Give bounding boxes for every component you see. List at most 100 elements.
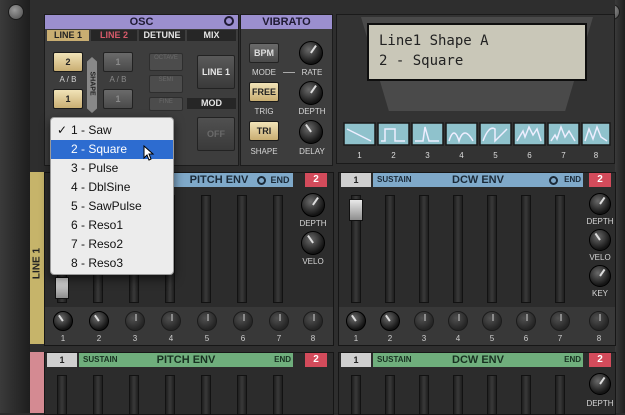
dcw-env-end-value[interactable]: 2 bbox=[589, 173, 611, 187]
line2-shape-b-button[interactable]: 1 bbox=[103, 89, 133, 109]
menu-item-label: 2 - Square bbox=[71, 142, 128, 156]
menu-item-reso2[interactable]: 7 - Reso2 bbox=[51, 235, 173, 254]
dcw-env-end-label: END bbox=[564, 175, 581, 184]
menu-item-saw[interactable]: ✓ 1 - Saw bbox=[51, 121, 173, 140]
pitch-env-velo-knob[interactable] bbox=[301, 231, 325, 255]
left-rack-rail bbox=[0, 0, 30, 413]
fader-slot[interactable] bbox=[351, 375, 361, 415]
time-knob[interactable] bbox=[448, 311, 468, 331]
fader-slot[interactable] bbox=[129, 375, 139, 415]
fader-slot[interactable] bbox=[521, 195, 531, 303]
dcw-env-depth-knob[interactable] bbox=[589, 193, 611, 215]
step-number: 8 bbox=[596, 334, 602, 343]
line1-shape-a-button[interactable]: 2 bbox=[53, 52, 83, 72]
dcw-env-power-icon[interactable] bbox=[549, 176, 558, 185]
fader-slot[interactable] bbox=[555, 195, 565, 303]
divider bbox=[283, 72, 295, 73]
fader-handle[interactable] bbox=[55, 277, 69, 299]
time-knob[interactable] bbox=[125, 311, 145, 331]
pitch-env-end-value[interactable]: 2 bbox=[305, 173, 327, 187]
dcw-env-key-knob[interactable] bbox=[589, 265, 611, 287]
fader-slot[interactable] bbox=[237, 195, 247, 303]
dcw-env2-end-value[interactable]: 2 bbox=[589, 353, 611, 367]
time-knob[interactable] bbox=[161, 311, 181, 331]
time-knob[interactable] bbox=[380, 311, 400, 331]
vibrato-bpm-button[interactable]: BPM bbox=[249, 43, 279, 63]
fader-slot[interactable] bbox=[419, 195, 429, 303]
fader-slot[interactable] bbox=[453, 195, 463, 303]
mod-off-button[interactable]: OFF bbox=[197, 117, 235, 151]
fader-slot[interactable] bbox=[201, 195, 211, 303]
step-number: 5 bbox=[489, 334, 495, 343]
fader-slot[interactable] bbox=[521, 375, 531, 415]
vibrato-depth-knob[interactable] bbox=[299, 81, 323, 105]
tab-line2[interactable]: LINE 2 bbox=[91, 30, 137, 41]
menu-item-reso3[interactable]: 8 - Reso3 bbox=[51, 254, 173, 273]
fader-slot[interactable] bbox=[419, 375, 429, 415]
time-knob[interactable] bbox=[516, 311, 536, 331]
line2-side-tab bbox=[30, 352, 44, 413]
pitch-env-end-label: END bbox=[270, 175, 290, 185]
menu-item-sawpulse[interactable]: 5 - SawPulse bbox=[51, 197, 173, 216]
time-knob[interactable] bbox=[346, 311, 366, 331]
line1-shape-b-button[interactable]: 1 bbox=[53, 89, 83, 109]
fader-slot[interactable] bbox=[273, 375, 283, 415]
menu-item-square[interactable]: 2 - Square bbox=[51, 140, 173, 161]
line1-ab-label: A / B bbox=[59, 75, 77, 84]
fader-slot[interactable] bbox=[487, 195, 497, 303]
fader-handle[interactable] bbox=[349, 199, 363, 221]
vibrato-tri-button[interactable]: TRI bbox=[249, 121, 279, 141]
vibrato-free-button[interactable]: FREE bbox=[249, 82, 279, 102]
time-knob[interactable] bbox=[589, 311, 609, 331]
detune-semi[interactable]: SEMI bbox=[149, 75, 183, 93]
time-knob[interactable] bbox=[550, 311, 570, 331]
fader-slot[interactable] bbox=[453, 375, 463, 415]
fader-slot[interactable] bbox=[93, 375, 103, 415]
rack-screw bbox=[8, 4, 24, 20]
pitch-env-power-icon[interactable] bbox=[257, 176, 266, 185]
tab-line1[interactable]: LINE 1 bbox=[47, 30, 89, 41]
detune-octave[interactable]: OCTAVE bbox=[149, 53, 183, 71]
dcw-env-velo-knob[interactable] bbox=[589, 229, 611, 251]
line2-shape-a-button[interactable]: 1 bbox=[103, 52, 133, 72]
wave-number: 3 bbox=[425, 151, 430, 160]
fader-slot[interactable] bbox=[555, 375, 565, 415]
menu-item-reso1[interactable]: 6 - Reso1 bbox=[51, 216, 173, 235]
detune-fine[interactable]: FINE bbox=[149, 97, 183, 111]
fader-slot[interactable] bbox=[165, 375, 175, 415]
fader-slot[interactable] bbox=[385, 195, 395, 303]
time-knob[interactable] bbox=[53, 311, 73, 331]
time-knob[interactable] bbox=[89, 311, 109, 331]
dcw-env2-tab[interactable]: 1 bbox=[341, 353, 371, 367]
time-knob[interactable] bbox=[269, 311, 289, 331]
dcw-env-tab[interactable]: 1 bbox=[341, 173, 371, 187]
fader-slot[interactable] bbox=[487, 375, 497, 415]
time-knob[interactable] bbox=[414, 311, 434, 331]
pitch-env2-sustain-label: SUSTAIN bbox=[83, 355, 118, 364]
time-knob[interactable] bbox=[197, 311, 217, 331]
mix-line1-button[interactable]: LINE 1 bbox=[197, 55, 235, 89]
menu-item-pulse[interactable]: 3 - Pulse bbox=[51, 159, 173, 178]
vibrato-rate-label: RATE bbox=[301, 68, 323, 77]
fader-slot[interactable] bbox=[273, 195, 283, 303]
fader-slot[interactable] bbox=[201, 375, 211, 415]
time-knob[interactable] bbox=[233, 311, 253, 331]
dcw-env2-depth-knob[interactable] bbox=[589, 373, 611, 395]
tab-mix[interactable]: MIX bbox=[187, 30, 236, 41]
time-knob[interactable] bbox=[482, 311, 502, 331]
pitch-env2-end-value[interactable]: 2 bbox=[305, 353, 327, 367]
power-icon[interactable] bbox=[224, 16, 234, 26]
fader-slot[interactable] bbox=[57, 375, 67, 415]
menu-item-dblsine[interactable]: 4 - DblSine bbox=[51, 178, 173, 197]
pitch-env2-tab[interactable]: 1 bbox=[47, 353, 77, 367]
pitch-env-depth-knob[interactable] bbox=[301, 193, 325, 217]
fader-slot[interactable] bbox=[237, 375, 247, 415]
vibrato-rate-knob[interactable] bbox=[299, 41, 323, 65]
vibrato-shape-label: SHAPE bbox=[250, 147, 278, 156]
fader-slot[interactable] bbox=[385, 375, 395, 415]
menu-item-label: 7 - Reso2 bbox=[71, 237, 124, 251]
tab-detune[interactable]: DETUNE bbox=[139, 30, 185, 41]
time-knob[interactable] bbox=[303, 311, 323, 331]
step-number: 7 bbox=[557, 334, 563, 343]
vibrato-delay-knob[interactable] bbox=[299, 120, 323, 144]
